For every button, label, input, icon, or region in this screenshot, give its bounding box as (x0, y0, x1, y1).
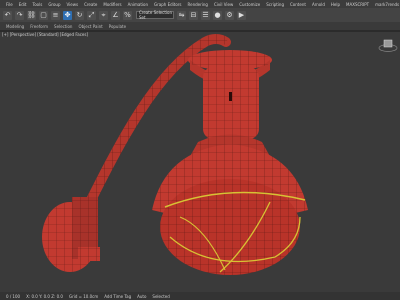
add-time-tag-button[interactable]: Add Time Tag (104, 294, 131, 299)
menu-content[interactable]: Content (290, 2, 306, 7)
menu-maxscript[interactable]: MAXSCRIPT (346, 2, 369, 7)
render-icon[interactable]: ▶ (237, 10, 246, 20)
angle-snap-icon[interactable]: ∠ (111, 10, 120, 20)
frame-counter[interactable]: 0 / 100 (6, 294, 20, 299)
selected-dropdown[interactable]: Selected (152, 294, 169, 299)
ribbon-tabs: Modeling Freeform Selection Object Paint… (0, 22, 400, 30)
rotate-icon[interactable]: ↻ (75, 10, 84, 20)
render-setup-icon[interactable]: ⚙ (225, 10, 234, 20)
menu-tools[interactable]: Tools (32, 2, 42, 7)
tab-populate[interactable]: Populate (109, 24, 126, 29)
scale-icon[interactable]: ⤢ (87, 10, 96, 20)
coordinate-readout: X: 0.0 Y: 0.0 Z: 0.0 (26, 293, 63, 299)
tab-object-paint[interactable]: Object Paint (78, 24, 102, 29)
snap-icon[interactable]: ⌖ (99, 10, 108, 20)
auto-key-button[interactable]: Auto (137, 294, 146, 299)
material-editor-icon[interactable]: ● (213, 10, 222, 20)
align-icon[interactable]: ⊟ (189, 10, 198, 20)
select-icon[interactable]: ▢ (39, 10, 48, 20)
tab-selection[interactable]: Selection (54, 24, 72, 29)
menu-scripting[interactable]: Scripting (266, 2, 284, 7)
menu-bar: File Edit Tools Group Views Create Modif… (0, 0, 400, 8)
tab-modeling[interactable]: Modeling (6, 24, 24, 29)
menu-modifiers[interactable]: Modifiers (103, 2, 121, 7)
tab-freeform[interactable]: Freeform (30, 24, 48, 29)
undo-icon[interactable]: ↶ (3, 10, 12, 20)
mirror-icon[interactable]: ⇋ (177, 10, 186, 20)
perspective-viewport[interactable]: [+] [Perspective] [Standard] [Edged Face… (0, 32, 400, 292)
redo-icon[interactable]: ↷ (15, 10, 24, 20)
lamp-model[interactable] (0, 32, 400, 292)
menu-graph-editors[interactable]: Graph Editors (154, 2, 181, 7)
menu-extra[interactable]: mark7rends (375, 2, 399, 7)
move-icon[interactable]: ✥ (63, 10, 72, 20)
grid-size: Grid = 10.0cm (68, 293, 99, 299)
menu-customize[interactable]: Customize (239, 2, 260, 7)
status-bar: 0 / 100 X: 0.0 Y: 0.0 Z: 0.0 Grid = 10.0… (0, 292, 400, 300)
link-icon[interactable]: ⛓ (27, 10, 36, 20)
menu-file[interactable]: File (6, 2, 13, 7)
menu-group[interactable]: Group (48, 2, 60, 7)
percent-snap-icon[interactable]: % (123, 10, 132, 20)
menu-animation[interactable]: Animation (128, 2, 148, 7)
menu-civil-view[interactable]: Civil View (214, 2, 233, 7)
main-toolbar: ↶ ↷ ⛓ ▢ ≡ ✥ ↻ ⤢ ⌖ ∠ % Create Selection S… (0, 8, 400, 23)
menu-help[interactable]: Help (331, 2, 340, 7)
menu-views[interactable]: Views (67, 2, 79, 7)
selection-set-dropdown[interactable]: Create Selection Set (136, 10, 174, 20)
menu-create[interactable]: Create (84, 2, 97, 7)
select-by-name-icon[interactable]: ≡ (51, 10, 60, 20)
menu-edit[interactable]: Edit (19, 2, 27, 7)
menu-arnold[interactable]: Arnold (312, 2, 325, 7)
layers-icon[interactable]: ☰ (201, 10, 210, 20)
menu-rendering[interactable]: Rendering (188, 2, 208, 7)
